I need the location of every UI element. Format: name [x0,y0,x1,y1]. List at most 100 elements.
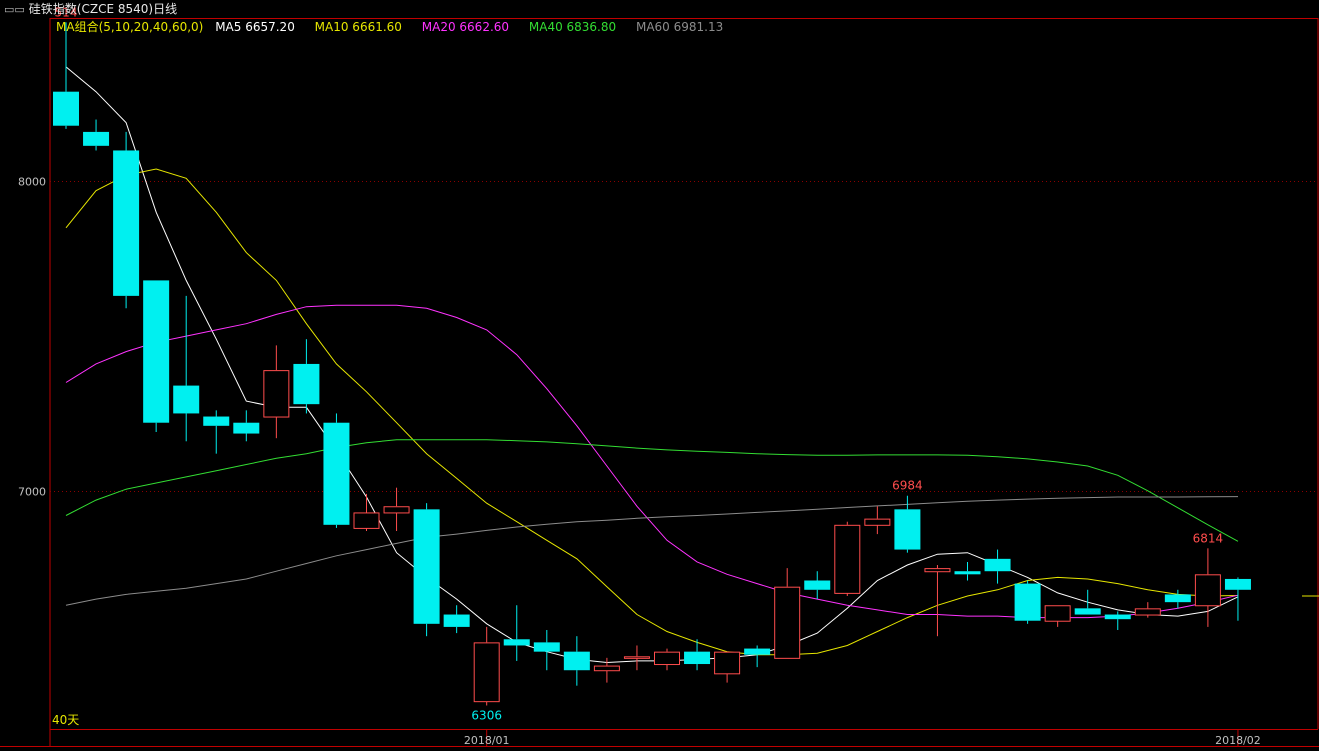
candle [293,339,320,414]
candle-body [1164,594,1191,603]
candle [1224,577,1251,621]
candle-body [383,506,410,514]
candle [1014,580,1041,624]
candle [203,410,230,454]
candle [744,645,771,668]
candle-body [353,512,380,529]
candle-body [443,614,470,627]
candle-body [714,651,741,675]
candle-body [1224,578,1251,590]
ma60-legend: MA60 6981.13 [635,20,724,34]
candle [173,295,200,442]
candle [353,493,380,531]
candle [53,22,79,129]
grid-layer: 7000 8000 2018/01 2018/02 [0,18,1319,747]
candle [83,119,110,151]
candle-body [1074,608,1101,615]
x-tick-label: 2018/01 [464,734,510,747]
candle-body [924,568,951,573]
moving-average-layer [65,66,1319,664]
candle-body [984,558,1011,572]
chart-title-bar: ▭▭ 硅铁指数(CZCE 8540)日线 [0,0,1319,18]
candle [684,639,711,671]
candle [1104,611,1131,630]
ma20-line [65,304,1239,619]
candle-body [834,524,861,594]
ma5-legend: MA5 6657.20 [215,20,295,34]
candle-body [293,363,320,405]
candle [804,571,831,600]
candle-body [413,509,440,624]
candle-body [533,642,560,652]
candle-body [864,518,891,526]
candle-body [323,422,350,525]
candle [233,410,260,442]
candle [924,565,951,637]
candle-body [1134,608,1161,616]
candle-body [83,131,110,146]
candle [533,630,560,671]
candle-body [623,656,650,659]
candle [714,651,741,683]
candle [503,605,530,661]
candle-body [233,422,260,434]
candle-body [1014,583,1041,621]
ma-legend: MA组合(5,10,20,40,60,0) MA5 6657.20 MA10 6… [56,18,723,36]
x-tick-label: 2018/02 [1215,734,1261,747]
candle [654,648,680,671]
candle-body [804,580,831,590]
candle [263,345,290,439]
candle-body [563,651,590,671]
candle-body [113,150,140,296]
candle-body [684,651,711,665]
candle [1194,548,1221,627]
ma20-legend: MA20 6662.60 [421,20,510,34]
candle-body [503,639,530,646]
candle [774,568,801,659]
candle-layer [53,22,1251,706]
candle-body [203,416,230,426]
candle-body [894,509,921,550]
price-annotation: 6306 [471,708,502,722]
candle [443,605,470,634]
candle-body [263,370,290,418]
candle-body [593,665,620,672]
candle [563,636,590,686]
candle-body [143,280,170,423]
candle [1134,602,1161,618]
ma5-line [65,66,1239,664]
ma40-legend: MA40 6836.80 [528,20,617,34]
ma-legend-label[interactable]: MA组合(5,10,20,40,60,0) [56,20,203,34]
candle-body [1194,574,1221,607]
candle-body [1044,605,1071,622]
y-tick-label: 8000 [18,176,46,189]
candle [323,413,350,528]
candle [984,549,1011,584]
candle-body [744,648,771,655]
ma10-legend: MA10 6661.60 [314,20,402,34]
candle [834,521,861,596]
candle [623,645,650,671]
candle [383,487,410,531]
candle [473,626,500,706]
candle-body [173,385,200,414]
y-tick-label: 7000 [18,486,46,499]
window-toggle-icon[interactable]: ▭▭ [4,1,25,19]
candle-body [1104,614,1131,620]
ma10-line [65,168,1239,656]
candle-body [954,571,981,575]
candle [864,506,891,535]
ma60-line [65,496,1239,606]
candle [1074,589,1101,615]
ma40-line [65,439,1239,542]
candle-body [774,586,801,659]
candle [1044,605,1071,627]
price-annotation: 6984 [892,479,923,493]
candle [413,503,440,637]
candle [954,561,981,581]
period-label: 40天 [52,713,79,727]
chart-title: 硅铁指数(CZCE 8540)日线 [28,2,178,16]
candle [113,131,140,309]
price-annotation: 6814 [1193,531,1224,545]
candle [143,280,170,432]
